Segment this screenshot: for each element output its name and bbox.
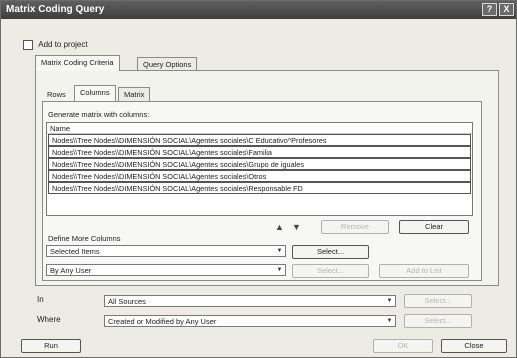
in-select-button[interactable]: Select... <box>404 294 472 308</box>
list-item[interactable]: Nodes\\Tree Nodes\\DIMENSIÓN SOCIAL\Agen… <box>48 182 471 194</box>
selected-items-value: Selected Items <box>50 247 100 256</box>
where-select-button[interactable]: Select... <box>404 314 472 328</box>
chevron-down-icon: ▼ <box>386 318 393 324</box>
chevron-down-icon: ▼ <box>276 248 283 254</box>
list-item[interactable]: Nodes\\Tree Nodes\\DIMENSIÓN SOCIAL\Agen… <box>48 170 471 182</box>
close-button[interactable]: Close <box>441 339 507 353</box>
chevron-down-icon: ▼ <box>386 298 393 304</box>
where-label: Where <box>37 315 61 324</box>
by-user-combo[interactable]: By Any User ▼ <box>46 264 286 276</box>
subtab-columns[interactable]: Columns <box>74 85 116 101</box>
clear-button[interactable]: Clear <box>399 220 469 234</box>
move-up-icon[interactable]: ▲ <box>275 222 284 232</box>
ok-button[interactable]: OK <box>373 339 433 353</box>
close-window-button[interactable]: X <box>499 3 514 16</box>
add-to-project-row: Add to project <box>23 40 88 50</box>
where-filter-value: Created or Modified by Any User <box>108 317 217 326</box>
add-to-project-label: Add to project <box>38 40 88 50</box>
list-item[interactable]: Nodes\\Tree Nodes\\DIMENSIÓN SOCIAL\Agen… <box>48 134 471 146</box>
list-header-name: Name <box>47 123 472 134</box>
tab-query-options-label: Query Options <box>143 60 192 69</box>
define-more-columns-label: Define More Columns <box>48 234 121 243</box>
where-filter-combo[interactable]: Created or Modified by Any User ▼ <box>104 315 396 327</box>
select-user-button[interactable]: Select... <box>292 264 369 278</box>
columns-list[interactable]: Name Nodes\\Tree Nodes\\DIMENSIÓN SOCIAL… <box>46 122 473 216</box>
add-to-project-checkbox[interactable] <box>23 40 33 50</box>
subtab-rows[interactable]: Rows <box>42 88 71 102</box>
tab-query-options[interactable]: Query Options <box>137 57 198 71</box>
matrix-coding-query-dialog: Matrix Coding Query ? X Add to project M… <box>0 0 517 358</box>
columns-caption: Generate matrix with columns: <box>48 110 150 119</box>
move-down-icon[interactable]: ▼ <box>292 222 301 232</box>
list-item[interactable]: Nodes\\Tree Nodes\\DIMENSIÓN SOCIAL\Agen… <box>48 146 471 158</box>
list-item[interactable]: Nodes\\Tree Nodes\\DIMENSIÓN SOCIAL\Agen… <box>48 158 471 170</box>
add-to-list-button[interactable]: Add to List <box>379 264 469 278</box>
title-bar[interactable]: Matrix Coding Query ? X <box>1 1 516 19</box>
in-label: In <box>37 295 44 304</box>
tab-matrix-coding-criteria[interactable]: Matrix Coding Criteria <box>35 55 120 71</box>
window-title: Matrix Coding Query <box>6 4 105 15</box>
help-button[interactable]: ? <box>482 3 497 16</box>
subtab-matrix[interactable]: Matrix <box>118 87 151 101</box>
select-items-button[interactable]: Select... <box>292 245 369 259</box>
selected-items-combo[interactable]: Selected Items ▼ <box>46 245 286 257</box>
by-user-value: By Any User <box>50 266 92 275</box>
remove-button[interactable]: Remove <box>321 220 389 234</box>
run-button[interactable]: Run <box>21 339 81 353</box>
chevron-down-icon: ▼ <box>276 267 283 273</box>
in-sources-combo[interactable]: All Sources ▼ <box>104 295 396 307</box>
in-sources-value: All Sources <box>108 297 146 306</box>
